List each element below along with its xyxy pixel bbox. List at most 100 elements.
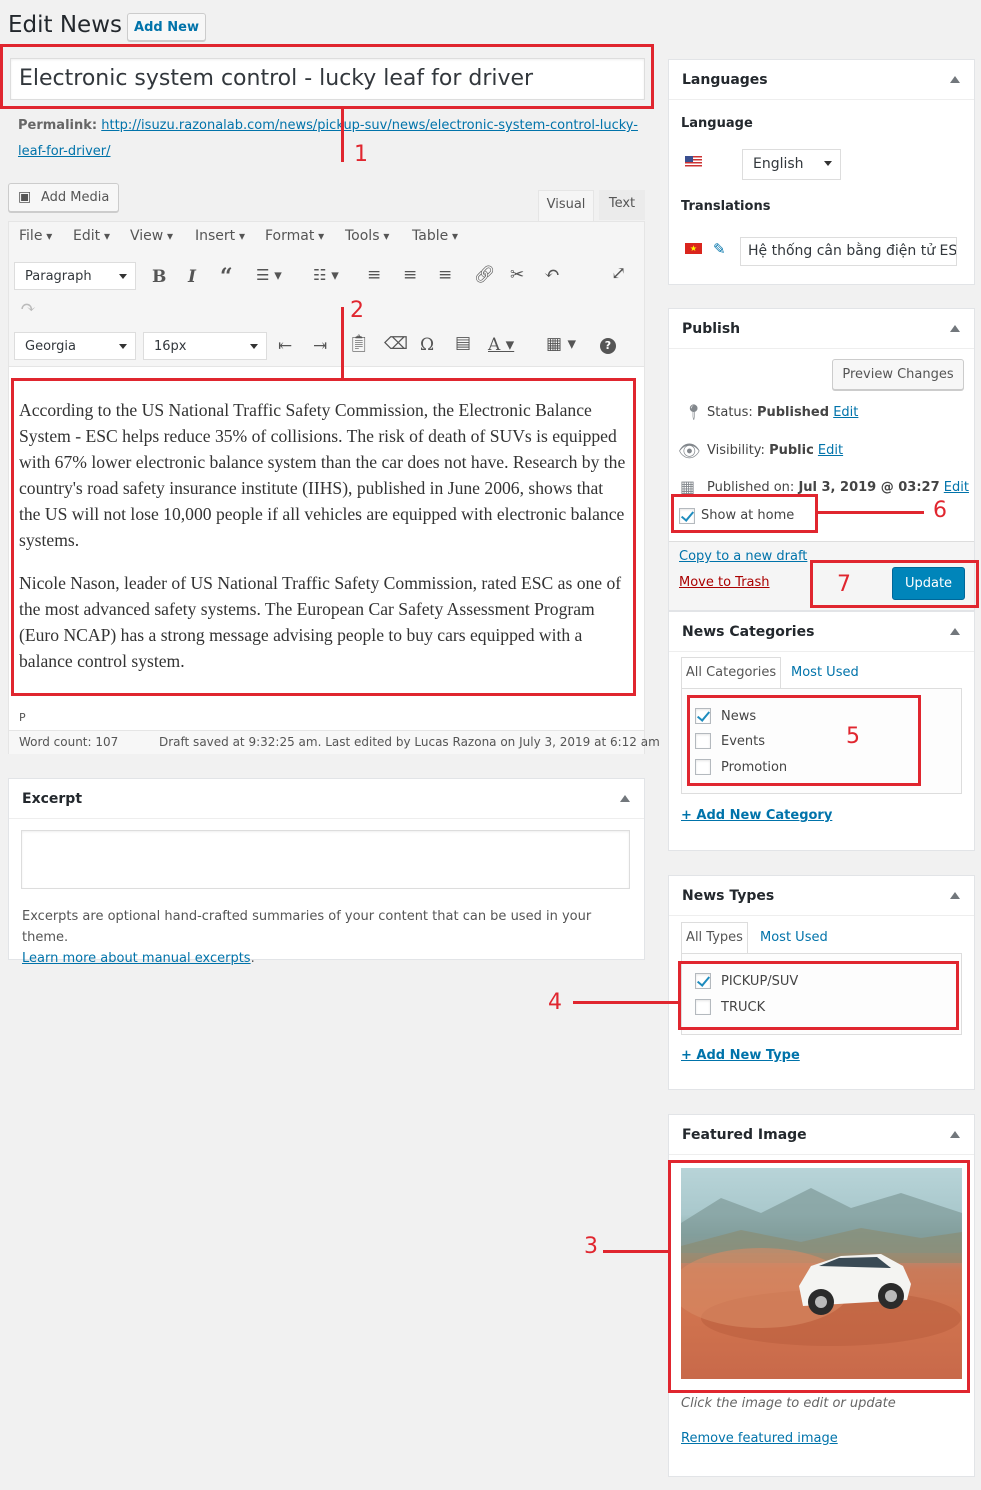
excerpt-textarea[interactable] <box>21 830 630 889</box>
tab-text[interactable]: Text <box>599 190 645 220</box>
published-edit-link[interactable]: Edit <box>944 480 969 495</box>
annotation-line-1 <box>341 109 344 162</box>
collapse-icon[interactable] <box>620 795 630 802</box>
align-center-icon[interactable]: ≡ <box>403 265 417 285</box>
status-line: Status: Published Edit <box>707 405 858 420</box>
languages-title[interactable]: Languages <box>669 60 974 100</box>
redo-icon[interactable]: ↷ <box>20 297 36 319</box>
add-media-button[interactable]: ▣ Add Media <box>8 183 119 212</box>
language-label: Language <box>681 116 753 131</box>
menu-insert[interactable]: Insert <box>195 228 245 244</box>
menu-file[interactable]: File <box>19 228 52 244</box>
annotation-box-show-home <box>671 494 818 533</box>
indent-icon[interactable]: ⇥ <box>313 336 327 356</box>
annotation-box-content <box>11 378 636 696</box>
fullscreen-icon[interactable]: ⤢ <box>611 263 626 284</box>
types-title[interactable]: News Types <box>669 876 974 916</box>
annotation-line-4 <box>573 1001 678 1004</box>
menu-tools[interactable]: Tools <box>345 228 389 244</box>
menu-format[interactable]: Format <box>265 228 324 244</box>
visibility-label: Visibility: <box>707 443 770 458</box>
permalink: Permalink: http://isuzu.razonalab.com/ne… <box>18 113 638 165</box>
add-category-link[interactable]: + Add New Category <box>681 808 832 823</box>
status-value: Published <box>756 405 830 420</box>
help-icon[interactable]: ? <box>600 338 616 354</box>
align-right-icon[interactable]: ≡ <box>438 265 452 285</box>
status-edit-link[interactable]: Edit <box>833 405 858 420</box>
numbered-list-icon[interactable]: ☷ ▾ <box>313 266 339 284</box>
clear-format-icon[interactable]: ⌫ <box>384 334 408 354</box>
annotation-box-categories <box>687 695 921 786</box>
blockquote-icon[interactable]: “ <box>220 264 233 290</box>
annotation-box-types <box>678 961 959 1030</box>
paste-text-icon[interactable]: 📋︎ <box>348 334 370 354</box>
annotation-number: 3 <box>584 1234 598 1259</box>
excerpt-title[interactable]: Excerpt <box>9 779 644 819</box>
font-size-select[interactable]: 16px <box>143 332 267 360</box>
permalink-link-2[interactable]: leaf-for-driver/ <box>18 144 111 159</box>
add-type-link[interactable]: + Add New Type <box>681 1048 800 1063</box>
annotation-box-featured <box>668 1160 970 1393</box>
collapse-icon[interactable] <box>950 325 960 332</box>
paragraph-format-select[interactable]: Paragraph <box>14 262 136 290</box>
text-color-icon[interactable]: A ▾ <box>488 335 514 355</box>
add-new-button[interactable]: Add New <box>127 13 206 41</box>
collapse-icon[interactable] <box>950 1131 960 1138</box>
align-left-icon[interactable]: ≡ <box>367 265 381 285</box>
excerpt-help: Excerpts are optional hand-crafted summa… <box>22 906 632 969</box>
menu-edit[interactable]: Edit <box>73 228 110 244</box>
special-char-icon[interactable]: Ω <box>420 335 434 355</box>
outdent-icon[interactable]: ⇤ <box>278 336 292 356</box>
menu-table[interactable]: Table <box>412 228 458 244</box>
types-tab-used[interactable]: Most Used <box>760 930 828 945</box>
annotation-number: 7 <box>837 572 851 597</box>
permalink-link-1[interactable]: http://isuzu.razonalab.com/news/pickup-s… <box>101 118 638 133</box>
table-icon[interactable]: ▦ ▾ <box>546 334 576 354</box>
undo-icon[interactable]: ↶ <box>544 263 560 285</box>
published-line: Published on: Jul 3, 2019 @ 03:27 Edit <box>707 480 969 495</box>
pencil-icon[interactable]: ✎ <box>713 240 726 258</box>
us-flag-icon <box>685 156 702 167</box>
move-trash-link[interactable]: Move to Trash <box>679 575 770 590</box>
categories-tab-all[interactable]: All Categories <box>681 657 781 689</box>
translation-input[interactable]: Hệ thống cân bằng điện tử ES <box>740 237 957 266</box>
pin-icon: 📍︎ <box>684 403 704 421</box>
publish-title[interactable]: Publish <box>669 309 974 349</box>
visibility-line: Visibility: Public Edit <box>707 443 843 458</box>
word-count: Word count: 107 <box>19 735 119 749</box>
collapse-icon[interactable] <box>950 76 960 83</box>
preview-changes-button[interactable]: Preview Changes <box>832 359 964 390</box>
page-title: Edit News <box>8 12 123 38</box>
categories-tab-used[interactable]: Most Used <box>791 665 859 680</box>
annotation-number: 2 <box>350 298 364 323</box>
visibility-value: Public <box>769 443 814 458</box>
font-family-select[interactable]: Georgia <box>14 332 136 360</box>
types-tab-all[interactable]: All Types <box>681 922 748 954</box>
tab-visual[interactable]: Visual <box>538 190 594 221</box>
italic-icon[interactable]: I <box>188 267 196 287</box>
visibility-edit-link[interactable]: Edit <box>818 443 843 458</box>
copy-draft-link[interactable]: Copy to a new draft <box>679 549 807 564</box>
excerpt-period: . <box>250 951 255 966</box>
link-icon[interactable]: 🔗︎ <box>474 265 496 285</box>
collapse-icon[interactable] <box>950 892 960 899</box>
language-select[interactable]: English <box>742 149 841 180</box>
menu-view[interactable]: View <box>130 228 173 244</box>
categories-title[interactable]: News Categories <box>669 612 974 652</box>
published-label: Published on: <box>707 480 799 495</box>
excerpt-learn-more-link[interactable]: Learn more about manual excerpts <box>22 951 251 966</box>
featured-title[interactable]: Featured Image <box>669 1115 974 1155</box>
collapse-icon[interactable] <box>950 628 960 635</box>
eye-icon: 👁︎ <box>678 441 701 462</box>
unlink-icon[interactable]: ✂ <box>510 265 524 285</box>
bold-icon[interactable]: B <box>152 267 166 287</box>
vn-flag-icon: ★ <box>685 243 702 254</box>
featured-hint: Click the image to edit or update <box>681 1396 896 1411</box>
remove-featured-link[interactable]: Remove featured image <box>681 1431 838 1446</box>
translations-label: Translations <box>681 199 771 214</box>
annotation-box-update <box>810 560 979 608</box>
bullet-list-icon[interactable]: ☰ ▾ <box>256 266 282 284</box>
annotation-number: 1 <box>354 142 368 167</box>
annotation-number: 6 <box>933 498 947 523</box>
horizontal-rule-icon[interactable]: ▤ <box>455 333 471 353</box>
